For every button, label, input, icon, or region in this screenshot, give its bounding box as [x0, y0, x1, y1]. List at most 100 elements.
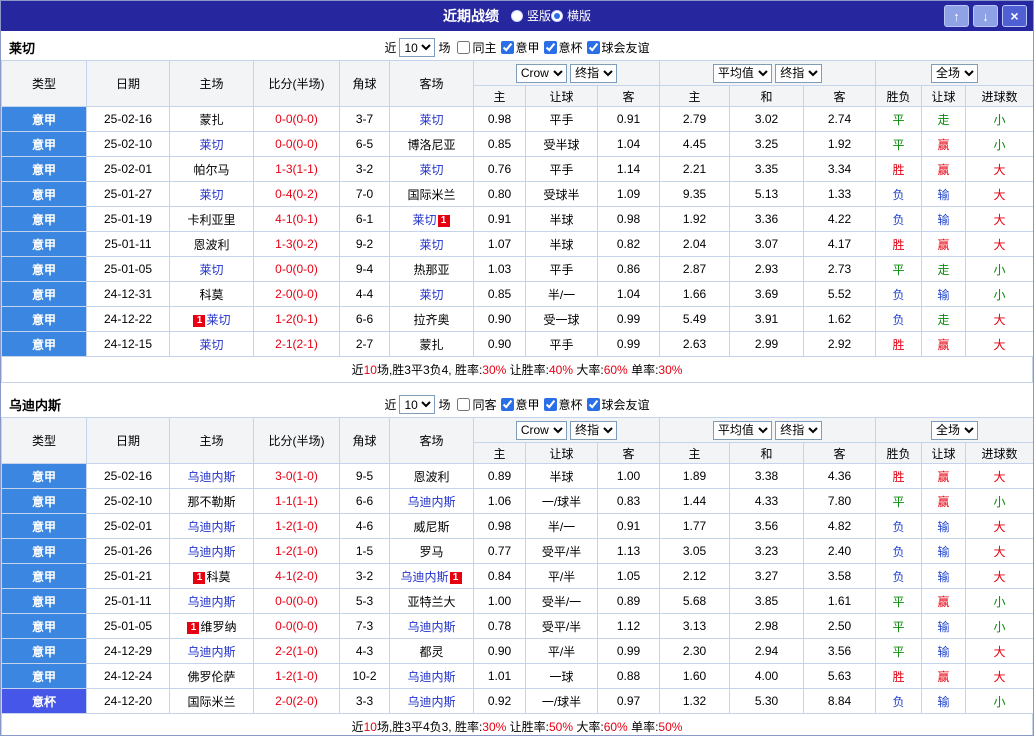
match-count-select[interactable]: 10: [399, 38, 436, 57]
avg-draw-odds-cell: 2.94: [729, 638, 805, 664]
corners-cell: 4-4: [339, 281, 390, 307]
home-team-cell: 国际米兰: [169, 688, 254, 714]
odds-time-select[interactable]: 终指: [570, 420, 618, 440]
home-team-name: 维罗纳: [200, 619, 237, 634]
away-team-name: 莱切: [419, 237, 444, 252]
filter-checkbox-input[interactable]: [457, 40, 471, 54]
away-team-cell: 乌迪内斯 1: [389, 563, 474, 589]
away-team-cell: 莱切: [389, 281, 474, 307]
avg-draw-odds-cell: 2.99: [729, 331, 805, 357]
result-cell: 平: [875, 488, 923, 514]
odds-time-select[interactable]: 终指: [570, 63, 618, 83]
scroll-up-button[interactable]: ↑: [944, 5, 969, 27]
scroll-down-button[interactable]: ↓: [973, 5, 998, 27]
home-team-cell: 那不勒斯: [169, 488, 254, 514]
titlebar: 近期战绩 竖版 横版 ↑ ↓ ×: [1, 1, 1033, 31]
goals-result-cell: 大: [965, 206, 1033, 232]
away-team-name: 乌迪内斯: [407, 619, 456, 634]
summary-text-segment: 50%: [658, 719, 683, 734]
away-team-name: 国际米兰: [407, 187, 456, 202]
filter-checkbox-input[interactable]: [586, 40, 600, 54]
home-team-name: 乌迪内斯: [187, 469, 236, 484]
up-arrow-icon: ↑: [953, 8, 960, 24]
away-odds-cell: 1.13: [596, 538, 661, 564]
handicap-result-cell: 赢: [921, 463, 967, 489]
goals-result-cell: 大: [965, 231, 1033, 257]
date-cell: 25-02-01: [86, 156, 170, 182]
filter-checkbox[interactable]: 球会友谊: [586, 396, 650, 413]
away-team-name: 乌迪内斯: [407, 494, 456, 509]
filter-checkbox[interactable]: 意杯: [543, 39, 583, 56]
handicap-result-cell: 输: [921, 206, 967, 232]
close-icon: ×: [1010, 8, 1019, 24]
filter-checkbox-input[interactable]: [500, 40, 514, 54]
avg-draw-odds-cell: 3.02: [729, 106, 805, 132]
filter-checkbox-input[interactable]: [586, 397, 600, 411]
avg-draw-odds-cell: 3.36: [729, 206, 805, 232]
filter-checkbox[interactable]: 意甲: [500, 39, 540, 56]
col-header-type: 类型: [1, 417, 87, 464]
match-type-cell: 意甲: [1, 588, 87, 614]
score-cell: 1-3(0-2): [253, 231, 340, 257]
filter-checkbox[interactable]: 球会友谊: [586, 39, 650, 56]
match-type-cell: 意甲: [1, 613, 87, 639]
avg-away-odds-cell: 2.40: [803, 538, 877, 564]
odds-source-select[interactable]: Crow: [515, 63, 567, 83]
filter-checkbox-input[interactable]: [543, 397, 557, 411]
handicap-result-cell: 输: [921, 281, 967, 307]
filter-checkbox[interactable]: 意甲: [500, 396, 540, 413]
average-time-select[interactable]: 终指: [775, 63, 823, 83]
home-team-cell: 1 科莫: [169, 563, 254, 589]
corners-cell: 3-7: [339, 106, 390, 132]
corners-cell: 2-7: [339, 331, 390, 357]
near-label: 近: [384, 41, 397, 55]
average-source-select[interactable]: 平均值: [712, 420, 772, 440]
filter-checkbox[interactable]: 同主: [457, 39, 497, 56]
handicap-line-cell: 一/球半: [525, 688, 598, 714]
handicap-line-cell: 半/一: [525, 281, 598, 307]
average-time-select[interactable]: 终指: [775, 420, 823, 440]
filter-checkbox[interactable]: 同客: [457, 396, 497, 413]
away-odds-cell: 0.91: [596, 106, 661, 132]
filter-checkbox-group: 同客 意甲 意杯 球会友谊: [453, 396, 650, 414]
match-row: 意甲 25-02-01 乌迪内斯 1-2(1-0) 4-6 威尼斯 0.98 半/一 0.91 1…: [1, 513, 1033, 539]
col-header-handicap-result: 让球: [921, 442, 967, 464]
col-header-date: 日期: [86, 60, 170, 107]
match-scope-select[interactable]: 全场: [931, 63, 979, 83]
close-button[interactable]: ×: [1002, 5, 1027, 27]
match-row: 意甲 25-01-26 乌迪内斯 1-2(1-0) 1-5 罗马 0.77 受平/半 1.13 3…: [1, 538, 1033, 564]
avg-away-odds-cell: 5.63: [803, 663, 877, 689]
away-odds-cell: 1.05: [596, 563, 661, 589]
recent-results-window: 近期战绩 竖版横版 ↑ ↓ × 莱切 近 10 场 同主意甲意杯球会友谊: [0, 0, 1034, 736]
goals-result-cell: 大: [965, 538, 1033, 564]
layout-radio-group: 竖版 横版: [510, 7, 591, 25]
col-header-odds-home: 主: [473, 85, 526, 107]
home-team-name: 佛罗伦萨: [187, 669, 236, 684]
date-cell: 25-01-19: [86, 206, 170, 232]
results-table: 类型 日期 主场 比分(半场) 角球 客场 Crow 终指 平均值 终指 全场 …: [1, 417, 1033, 714]
avg-home-odds-cell: 2.21: [659, 156, 731, 182]
handicap-result-cell: 走: [921, 106, 967, 132]
handicap-result-cell: 赢: [921, 156, 967, 182]
away-team-cell: 莱切: [389, 106, 474, 132]
layout-radio-vertical[interactable]: 竖版: [510, 7, 551, 24]
match-count-select[interactable]: 10: [399, 395, 436, 414]
home-team-name: 莱切: [199, 137, 224, 152]
match-row: 意杯 24-12-20 国际米兰 2-0(2-0) 3-3 乌迪内斯 0.92 一/球半 0.9…: [1, 688, 1033, 714]
filter-checkbox-input[interactable]: [543, 40, 557, 54]
match-scope-select[interactable]: 全场: [931, 420, 979, 440]
average-source-select[interactable]: 平均值: [712, 63, 772, 83]
summary-text-segment: 近: [351, 363, 364, 377]
home-odds-cell: 0.77: [473, 538, 526, 564]
away-odds-cell: 0.88: [596, 663, 661, 689]
result-cell: 平: [875, 638, 923, 664]
filter-checkbox-input[interactable]: [457, 397, 471, 411]
odds-source-select[interactable]: Crow: [515, 420, 567, 440]
col-header-home: 主场: [169, 60, 254, 107]
summary-text-segment: 60%: [603, 362, 628, 377]
filter-checkbox-input[interactable]: [500, 397, 514, 411]
layout-radio-horizontal[interactable]: 横版: [551, 7, 591, 24]
date-cell: 24-12-29: [86, 638, 170, 664]
filter-checkbox[interactable]: 意杯: [543, 396, 583, 413]
score-cell: 0-0(0-0): [253, 588, 340, 614]
